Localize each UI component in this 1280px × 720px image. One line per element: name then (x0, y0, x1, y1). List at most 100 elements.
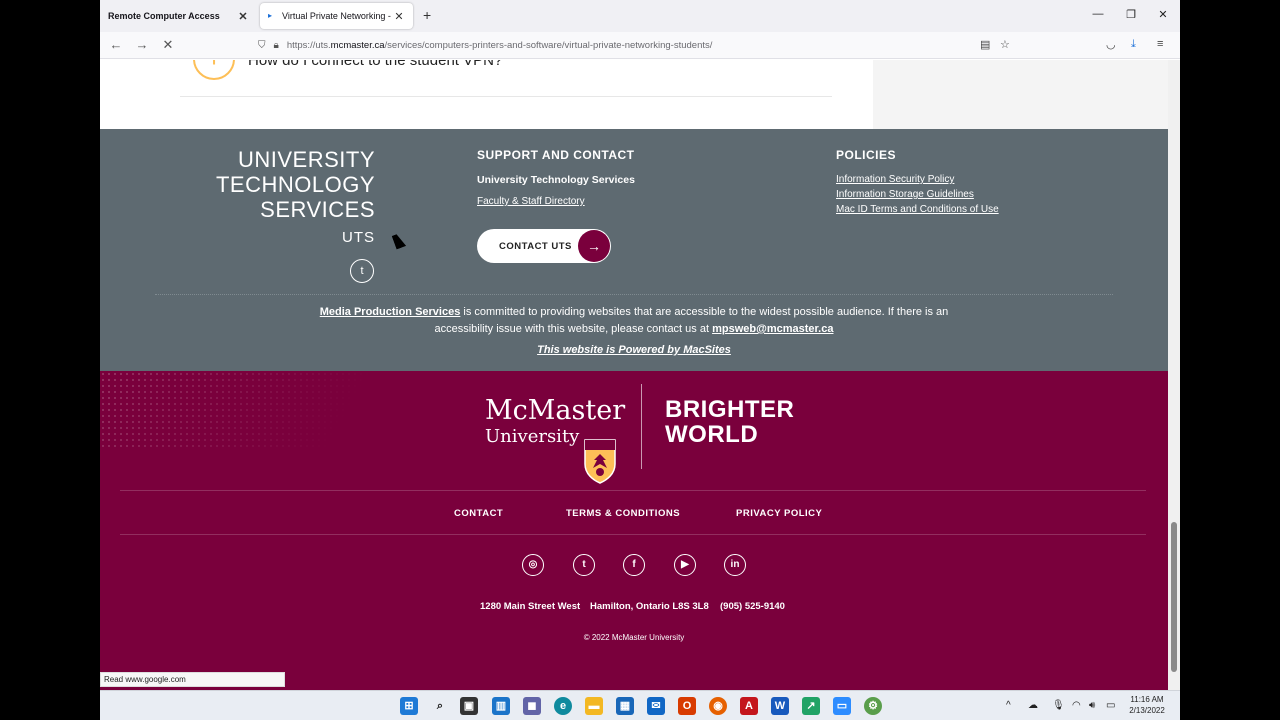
forward-icon[interactable]: → (134, 37, 150, 53)
divider (120, 490, 1146, 491)
powered-by-link[interactable]: This website is Powered by MacSites (100, 344, 1168, 356)
twitter-icon[interactable]: t (350, 259, 374, 283)
scrollbar-thumb[interactable] (1171, 522, 1177, 672)
tray-chevron-icon[interactable]: ^ (1006, 700, 1011, 711)
network-app-icon[interactable]: ⚙ (864, 697, 882, 715)
facebook-icon[interactable]: f (623, 554, 645, 576)
policy-link[interactable]: Information Security Policy (836, 174, 954, 185)
acrobat-icon[interactable]: A (740, 697, 758, 715)
tagline-line: BRIGHTER (665, 396, 795, 423)
chat-icon[interactable]: ◼ (523, 697, 541, 715)
sidebar-background (873, 60, 1168, 129)
maximize-icon[interactable]: ❐ (1123, 8, 1139, 21)
battery-icon[interactable]: ▭ (1106, 700, 1115, 711)
contact-uts-label: CONTACT UTS (499, 240, 572, 252)
mcmaster-logo[interactable]: McMaster University (485, 395, 626, 484)
clock[interactable]: 11:16 AM 2/13/2022 (1118, 694, 1176, 716)
policy-link[interactable]: Mac ID Terms and Conditions of Use (836, 204, 999, 215)
pocket-icon[interactable]: ◡ (1106, 38, 1116, 51)
youtube-icon[interactable]: ▶ (674, 554, 696, 576)
brighter-world-tagline: BRIGHTER WORLD (665, 397, 794, 447)
uts-abbr: UTS (342, 229, 375, 246)
uts-footer: UNIVERSITY TECHNOLOGY SERVICES UTS t SUP… (100, 129, 1168, 371)
uts-name-line: UNIVERSITY (237, 147, 375, 172)
linkedin-icon[interactable]: in (724, 554, 746, 576)
arrow-right-icon: → (578, 230, 610, 262)
contact-uts-button[interactable]: CONTACT UTS → (477, 229, 611, 263)
edge-icon[interactable]: e (554, 697, 572, 715)
email-link[interactable]: mpsweb@mcmaster.ca (712, 323, 833, 335)
media-production-link[interactable]: Media Production Services (320, 306, 461, 318)
lock-icon[interactable]: 🔒︎ (274, 40, 279, 51)
word-icon[interactable]: W (771, 697, 789, 715)
expand-plus-icon[interactable]: + (193, 60, 235, 80)
mcmaster-footer: McMaster University BRIGHTER WORLD CONTA… (100, 371, 1168, 690)
clock-time: 11:16 AM (1130, 695, 1164, 704)
uts-name-line: TECHNOLOGY (215, 172, 375, 197)
task-view-icon[interactable]: ▣ (460, 697, 478, 715)
instagram-icon[interactable]: ◎ (522, 554, 544, 576)
stop-loading-icon[interactable]: ✕ (160, 37, 176, 53)
uts-name-line: SERVICES (260, 197, 375, 222)
start-icon[interactable]: ⊞ (400, 697, 418, 715)
footer-nav-privacy[interactable]: PRIVACY POLICY (736, 508, 822, 519)
dot-pattern (100, 371, 420, 451)
address-city: Hamilton, Ontario L8S 3L8 (590, 601, 709, 612)
tab-remote-computer-access[interactable]: Remote Computer Access ✕ (100, 3, 257, 29)
accessibility-statement: Media Production Services is committed t… (300, 304, 968, 338)
policy-link[interactable]: Information Storage Guidelines (836, 189, 974, 200)
dotted-divider (155, 294, 1113, 295)
crest-icon (584, 439, 616, 484)
close-icon[interactable]: ✕ (237, 10, 249, 23)
cloud-icon[interactable]: ☁ (1028, 700, 1038, 711)
tab-title: Virtual Private Networking - for (282, 11, 393, 21)
url-host: mcmaster.ca (330, 40, 385, 51)
footer-nav-terms[interactable]: TERMS & CONDITIONS (566, 508, 680, 519)
back-icon[interactable]: ← (108, 37, 124, 53)
widgets-icon[interactable]: ▥ (492, 697, 510, 715)
url-path: /services/computers-printers-and-softwar… (384, 40, 713, 51)
file-explorer-icon[interactable]: ▬ (585, 697, 603, 715)
tagline-line: WORLD (665, 421, 759, 448)
faq-question[interactable]: How do I connect to the student VPN? (248, 60, 502, 69)
clock-date: 2/13/2022 (1129, 706, 1165, 715)
menu-icon[interactable]: ≡ (1157, 38, 1163, 50)
footer-nav-contact[interactable]: CONTACT (454, 508, 503, 519)
url-bar[interactable]: ⛉ 🔒︎ https://uts. mcmaster.ca/services/co… (258, 35, 1018, 56)
window-close-icon[interactable]: ✕ (1155, 8, 1171, 21)
tracking-shield-icon[interactable]: ⛉ (258, 40, 266, 51)
phone-number[interactable]: (905) 525-9140 (720, 601, 785, 612)
scrollbar[interactable] (1168, 60, 1180, 690)
twitter-icon[interactable]: t (573, 554, 595, 576)
zoom-icon[interactable]: ▭ (833, 697, 851, 715)
downloads-icon[interactable]: ⤓ (1131, 38, 1136, 51)
accessibility-text: is committed to providing websites that … (434, 306, 949, 335)
bookmark-star-icon[interactable]: ☆ (1000, 38, 1010, 51)
favicon-icon: ▸ (268, 11, 273, 20)
chart-app-icon[interactable]: ↗ (802, 697, 820, 715)
new-tab-icon[interactable]: + (423, 7, 431, 23)
minimize-icon[interactable]: — (1090, 8, 1106, 20)
store-icon[interactable]: ▦ (616, 697, 634, 715)
support-heading: SUPPORT AND CONTACT (477, 148, 635, 162)
faq-item[interactable]: + How do I connect to the student VPN? (180, 60, 832, 97)
logo-text: McMaster (485, 395, 626, 426)
tab-strip: Remote Computer Access ✕ ▸ Virtual Priva… (100, 0, 1180, 32)
office-icon[interactable]: O (678, 697, 696, 715)
microphone-icon[interactable]: 🎙︎ (1052, 700, 1065, 711)
support-org: University Technology Services (477, 174, 635, 186)
navigation-bar: ← → ✕ ⛉ 🔒︎ https://uts. mcmaster.ca/servi… (100, 32, 1180, 59)
close-icon[interactable]: ✕ (393, 10, 405, 23)
divider (120, 534, 1146, 535)
address-street: 1280 Main Street West (480, 601, 581, 612)
wifi-icon[interactable]: ◠ (1072, 700, 1081, 711)
page-content: + How do I connect to the student VPN? U… (100, 60, 1168, 690)
volume-icon[interactable]: 🔊︎ (1089, 700, 1095, 711)
mail-icon[interactable]: ✉ (647, 697, 665, 715)
url-prefix: https://uts. (286, 40, 331, 51)
firefox-icon[interactable]: ◉ (709, 697, 727, 715)
reader-view-icon[interactable]: ▤ (980, 38, 990, 51)
tab-virtual-private-networking[interactable]: ▸ Virtual Private Networking - for ✕ (260, 3, 413, 29)
search-icon[interactable]: ⌕ (431, 697, 449, 715)
staff-directory-link[interactable]: Faculty & Staff Directory (477, 196, 585, 207)
